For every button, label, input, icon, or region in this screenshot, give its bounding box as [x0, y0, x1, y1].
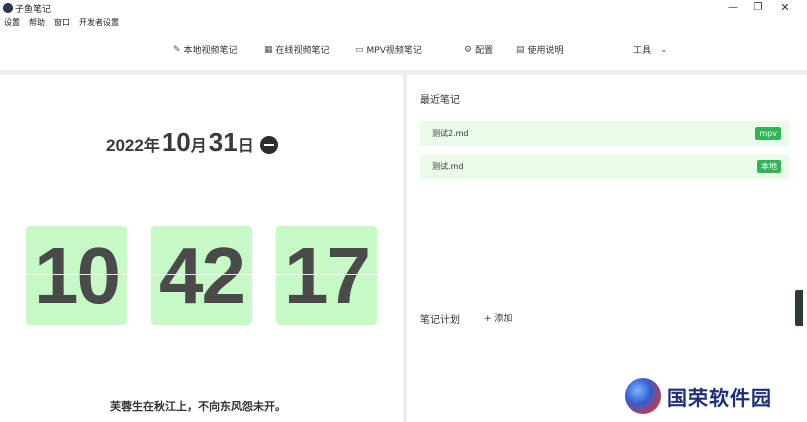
recent-note-item[interactable]: 测试2.md mpv: [420, 121, 789, 146]
flip-divider: [151, 274, 252, 275]
nav-instructions[interactable]: ▤ 使用说明: [516, 43, 564, 57]
menu-window[interactable]: 窗口: [54, 17, 70, 29]
clock-hours: 10: [34, 230, 121, 320]
minimize-button[interactable]: —: [726, 1, 740, 15]
nav-online-video-notes[interactable]: ▦ 在线视频笔记: [264, 43, 330, 57]
globe-logo-icon: [625, 378, 661, 414]
date-day-unit: 日: [237, 138, 254, 155]
date-month-unit: 月: [190, 138, 207, 155]
note-name: 测试2.md: [432, 129, 469, 138]
watermark: 国荣软件园: [625, 378, 772, 414]
recent-notes-title: 最近笔记: [420, 95, 460, 106]
flip-divider: [26, 274, 127, 275]
recent-note-item[interactable]: 测试.md 本地: [420, 154, 789, 179]
edit-icon: ✎: [173, 44, 181, 55]
flip-card-hours: 10: [26, 226, 127, 325]
menu-help[interactable]: 帮助: [29, 17, 45, 29]
nav-label: 配置: [475, 46, 494, 56]
nav-label: 在线视频笔记: [275, 46, 330, 56]
date-year-unit: 年: [143, 138, 160, 155]
poem-quote: 芙蓉生在秋江上，不向东风怨未开。: [110, 400, 286, 413]
title-bar: 子鱼笔记 — ❐ ✕: [0, 0, 807, 16]
note-plan-title: 笔记计划: [420, 315, 460, 326]
date-day: 31: [208, 127, 238, 157]
flip-card-minutes: 42: [151, 226, 252, 325]
maximize-button[interactable]: ❐: [751, 1, 765, 15]
note-name: 测试.md: [432, 162, 464, 171]
add-plan-button[interactable]: + 添加: [484, 311, 512, 324]
menu-bar: 设置 帮助 窗口 开发者设置: [4, 17, 119, 29]
notes-panel: 最近笔记 测试2.md mpv 测试.md 本地 笔记计划 + 添加: [407, 75, 807, 422]
app-logo-icon: [3, 3, 13, 13]
watermark-text: 国荣软件园: [667, 385, 772, 410]
date-month: 10: [161, 127, 191, 157]
clock-minutes: 42: [159, 230, 246, 320]
side-drawer-handle[interactable]: [795, 290, 803, 326]
menu-developer-settings[interactable]: 开发者设置: [79, 17, 119, 29]
menu-settings[interactable]: 设置: [4, 17, 20, 29]
clock-panel: 2022 年 10 月 31 日 10 42 17 芙蓉生在秋江上，不向东风怨未…: [0, 75, 403, 422]
chevron-down-icon: ⌄: [660, 44, 668, 55]
nav-tools-dropdown[interactable]: 工具 ⌄: [633, 43, 668, 57]
document-icon: ▤: [516, 44, 525, 55]
nav-label: 本地视频笔记: [183, 46, 238, 56]
gear-icon: ⚙: [464, 44, 473, 55]
close-button[interactable]: ✕: [778, 1, 792, 15]
top-nav: ✎ 本地视频笔记 ▦ 在线视频笔记 ▭ MPV视频笔记 ⚙ 配置 ▤ 使用说明 …: [0, 38, 807, 60]
nav-mpv-video-notes[interactable]: ▭ MPV视频笔记: [355, 43, 422, 57]
nav-config[interactable]: ⚙ 配置: [464, 43, 494, 57]
nav-local-video-notes[interactable]: ✎ 本地视频笔记: [173, 43, 238, 57]
collapse-icon[interactable]: [259, 135, 278, 154]
flip-card-seconds: 17: [276, 226, 377, 325]
clock-seconds: 17: [284, 230, 371, 320]
table-icon: ▦: [264, 44, 273, 55]
note-tag-badge: 本地: [757, 160, 781, 173]
nav-label: 工具: [633, 46, 652, 56]
window-title: 子鱼笔记: [15, 5, 52, 15]
date-year: 2022: [106, 136, 144, 155]
note-tag-badge: mpv: [755, 127, 781, 140]
nav-label: 使用说明: [527, 46, 564, 56]
flip-divider: [276, 274, 377, 275]
monitor-icon: ▭: [355, 44, 364, 55]
date-display: 2022 年 10 月 31 日: [106, 127, 278, 158]
nav-label: MPV视频笔记: [366, 46, 422, 56]
